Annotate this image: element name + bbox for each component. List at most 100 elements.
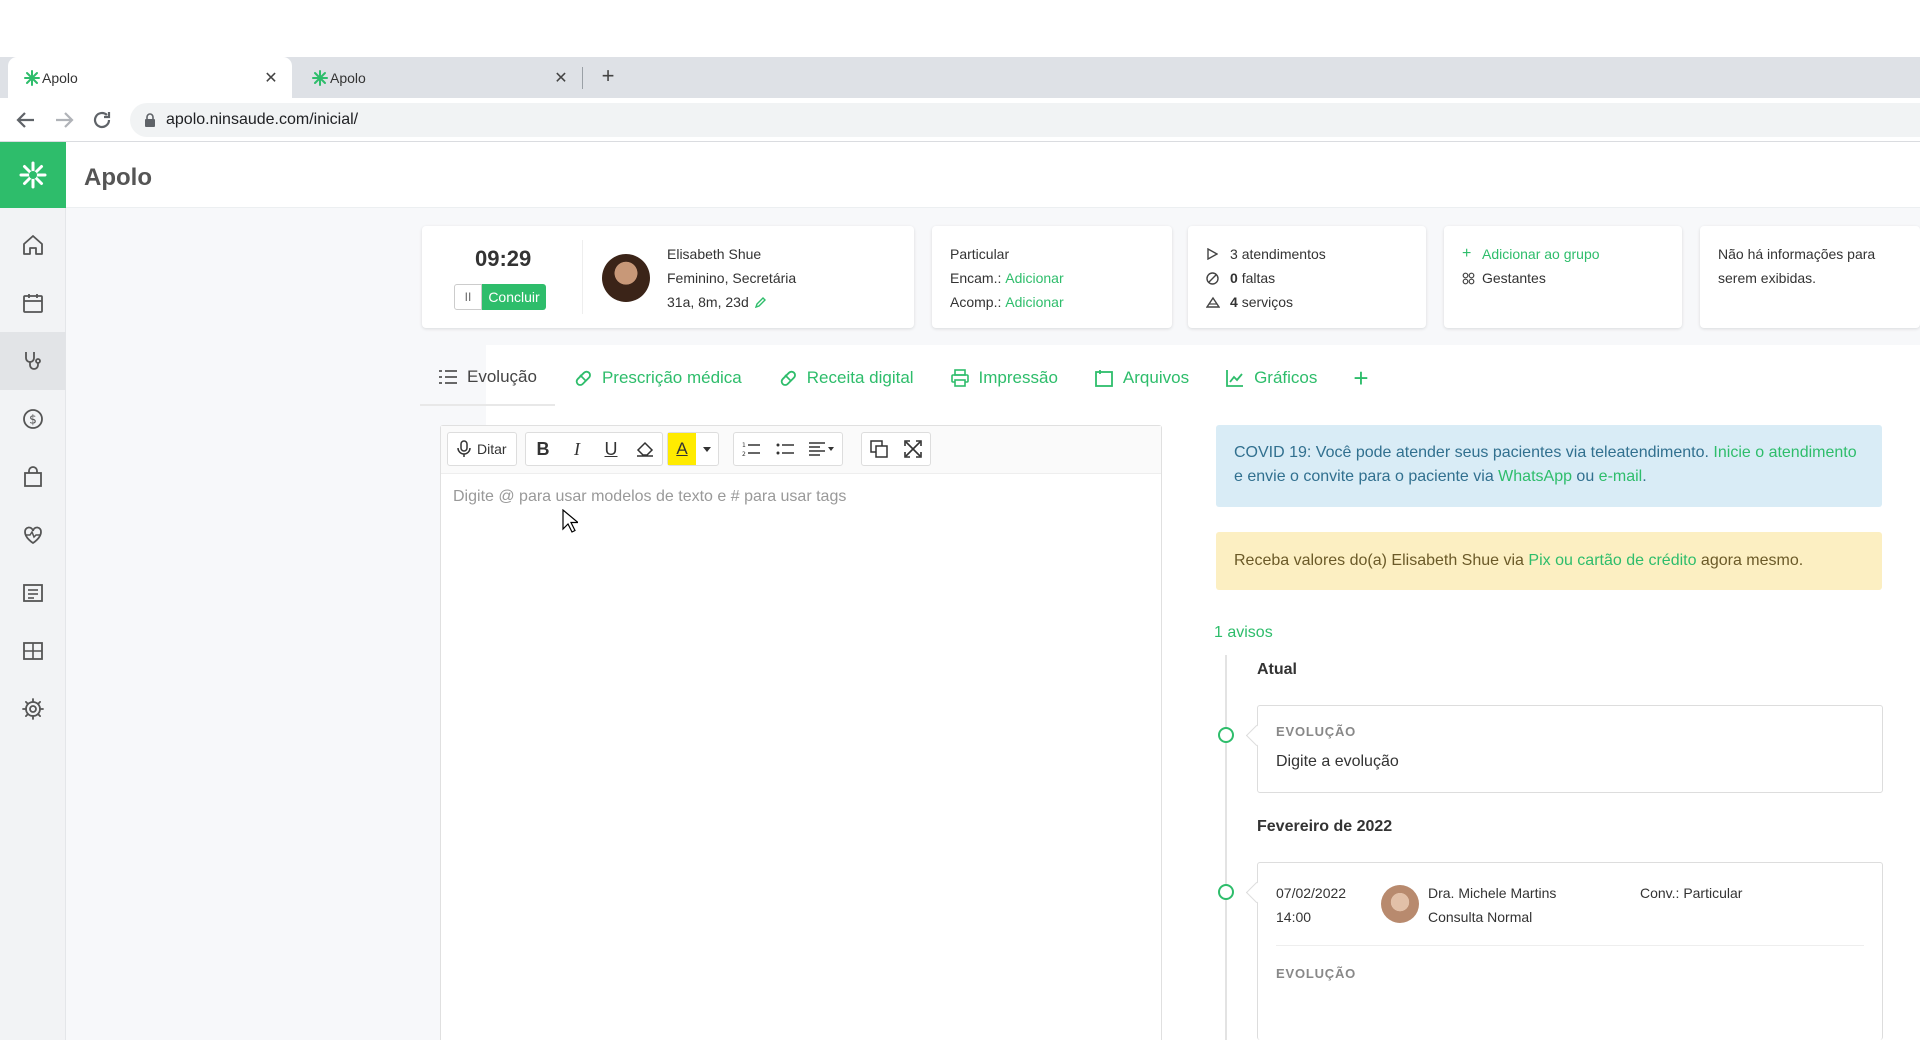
entry-type: Consulta Normal xyxy=(1428,909,1533,925)
svg-text:$: $ xyxy=(29,413,37,427)
patient-name[interactable]: Elisabeth Shue xyxy=(667,242,796,266)
browser-tab-inactive[interactable]: Apolo ✕ xyxy=(296,57,582,98)
list-icon xyxy=(438,368,458,386)
heartbeat-icon xyxy=(24,526,42,545)
sidebar-item-dashboard[interactable] xyxy=(0,622,66,680)
play-icon xyxy=(1206,248,1230,260)
groups-card: + Adicionar ao grupo Gestantes xyxy=(1444,226,1682,328)
expand-icon xyxy=(904,440,922,458)
tab-graficos[interactable]: Gráficos xyxy=(1207,350,1335,406)
reload-icon[interactable] xyxy=(90,108,114,132)
ban-icon xyxy=(1206,271,1230,285)
sidebar-item-calendar[interactable] xyxy=(0,274,66,332)
evolution-label: EVOLUÇÃO xyxy=(1276,724,1357,739)
start-teleconsultation-link[interactable]: Inicie o atendimento xyxy=(1713,444,1856,461)
patient-details: Feminino, Secretária xyxy=(667,270,797,286)
tab-arquivos[interactable]: Arquivos xyxy=(1076,350,1207,406)
dictate-button[interactable]: Ditar xyxy=(447,432,517,466)
close-tab-icon[interactable]: ✕ xyxy=(552,68,570,88)
current-evolution-card[interactable]: EVOLUÇÃO Digite a evolução xyxy=(1257,705,1883,793)
covid-text: COVID 19: Você pode atender seus pacient… xyxy=(1234,444,1714,461)
fullscreen-button[interactable] xyxy=(896,433,930,465)
timeline-dot xyxy=(1218,727,1234,743)
patient-age: 31a, 8m, 23d xyxy=(667,294,749,310)
underline-button[interactable]: U xyxy=(594,433,628,465)
forward-arrow-icon[interactable] xyxy=(52,108,76,132)
sidebar-item-health[interactable] xyxy=(0,506,66,564)
whatsapp-link[interactable]: WhatsApp xyxy=(1498,468,1572,485)
past-entry-card[interactable]: 07/02/2022 14:00 Dra. Michele Martins Co… xyxy=(1257,862,1883,1040)
record-tabs: Evolução Prescrição médica Receita digit… xyxy=(420,350,1387,406)
url-field[interactable]: apolo.ninsaude.com/inicial/ xyxy=(130,103,1920,137)
insurance-plan: Particular xyxy=(950,246,1010,262)
eraser-button[interactable] xyxy=(628,433,662,465)
sidebar-item-reports[interactable] xyxy=(0,564,66,622)
copy-format-button[interactable] xyxy=(862,433,896,465)
editor-placeholder[interactable]: Digite @ para usar modelos de texto e # … xyxy=(453,488,846,506)
align-left-icon xyxy=(809,442,834,456)
pill-icon xyxy=(573,368,593,388)
printer-icon xyxy=(950,368,970,388)
patient-avatar[interactable] xyxy=(602,254,650,302)
italic-button[interactable]: I xyxy=(560,433,594,465)
sidebar-item-home[interactable] xyxy=(0,216,66,274)
eraser-icon xyxy=(636,441,654,457)
ordered-list-button[interactable]: 12 xyxy=(734,433,768,465)
svg-text:2: 2 xyxy=(742,451,746,457)
email-link[interactable]: e-mail xyxy=(1599,468,1643,485)
back-arrow-icon[interactable] xyxy=(14,108,38,132)
companion-label: Acomp.: xyxy=(950,294,1002,310)
evolution-placeholder[interactable]: Digite a evolução xyxy=(1276,753,1864,771)
finish-button[interactable]: Concluir xyxy=(482,284,546,310)
highlight-dropdown[interactable] xyxy=(696,433,718,465)
highlight-group: A xyxy=(667,432,719,466)
home-icon xyxy=(23,235,43,255)
dollar-icon: $ xyxy=(23,409,43,429)
sidebar-item-store[interactable] xyxy=(0,448,66,506)
copy-icon xyxy=(870,440,888,458)
add-companion-link[interactable]: Adicionar xyxy=(1005,294,1063,310)
covid-text: ou xyxy=(1571,468,1599,485)
sidebar-item-finance[interactable]: $ xyxy=(0,390,66,448)
notices-link[interactable]: 1 avisos xyxy=(1214,624,1273,642)
pix-credit-link[interactable]: Pix ou cartão de crédito xyxy=(1528,552,1696,569)
shopping-bag-icon xyxy=(24,466,42,487)
appointments-count: 3 xyxy=(1230,246,1238,262)
ordered-list-icon: 12 xyxy=(742,442,760,457)
sidebar-item-settings[interactable] xyxy=(0,680,66,738)
payment-text: Receba valores do(a) Elisabeth Shue via xyxy=(1234,552,1529,569)
sidebar-item-attendance[interactable] xyxy=(0,332,66,390)
align-dropdown[interactable] xyxy=(802,433,842,465)
entry-doctor-info: Dra. Michele Martins Consulta Normal xyxy=(1428,881,1556,929)
apolo-logo[interactable] xyxy=(0,142,66,208)
timeline-dot xyxy=(1218,884,1234,900)
highlight-color-button[interactable]: A xyxy=(668,433,696,465)
bullet-list-icon xyxy=(776,443,794,455)
appointments-label: atendimentos xyxy=(1241,246,1326,262)
entry-date: 07/02/2022 xyxy=(1276,885,1347,901)
timeline-month-heading: Fevereiro de 2022 xyxy=(1257,818,1393,835)
add-referral-link[interactable]: Adicionar xyxy=(1005,270,1063,286)
pause-button[interactable]: II xyxy=(454,284,482,310)
close-tab-icon[interactable]: ✕ xyxy=(262,68,280,88)
calendar-icon xyxy=(23,294,43,313)
tab-receita-digital[interactable]: Receita digital xyxy=(760,350,932,406)
new-tab-button[interactable]: + xyxy=(596,64,620,88)
tab-prescricao-medica[interactable]: Prescrição médica xyxy=(555,350,760,406)
bold-button[interactable]: B xyxy=(526,433,560,465)
entry-doctor: Dra. Michele Martins xyxy=(1428,885,1557,901)
services-label: serviços xyxy=(1241,294,1294,310)
tab-evolucao[interactable]: Evolução xyxy=(420,350,555,406)
add-to-group-link[interactable]: + Adicionar ao grupo xyxy=(1462,242,1682,266)
edit-pencil-icon[interactable] xyxy=(754,296,767,309)
chart-icon xyxy=(1225,368,1245,388)
browser-tab-active[interactable]: Apolo ✕ xyxy=(8,57,292,98)
bullet-list-button[interactable] xyxy=(768,433,802,465)
add-tab-button[interactable]: + xyxy=(1335,350,1386,406)
tab-impressao[interactable]: Impressão xyxy=(932,350,1076,406)
tab-label: Impressão xyxy=(978,368,1058,387)
svg-text:1: 1 xyxy=(742,442,746,449)
address-bar: apolo.ninsaude.com/inicial/ xyxy=(0,98,1920,142)
sidebar: $ xyxy=(0,208,66,1040)
dictate-label: Ditar xyxy=(477,441,507,457)
